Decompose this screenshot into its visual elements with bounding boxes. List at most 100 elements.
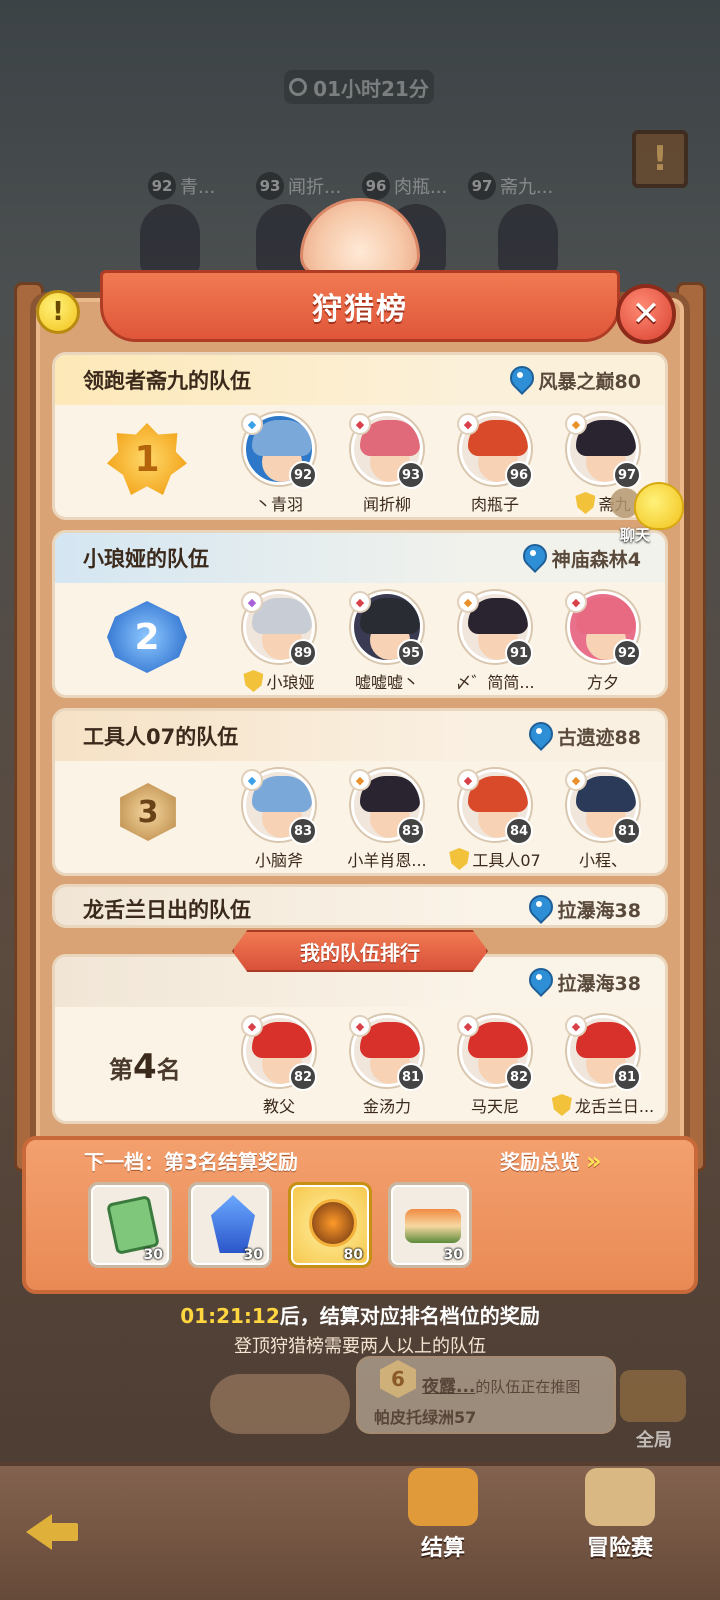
my-team-card[interactable]: 拉瀑海38 第4名 ◆ 82 教父 ◆ 81 金汤力 ◆ 82 马天尼 ◆ 81 龙舌兰日... <box>52 954 668 1124</box>
leader-shield-icon <box>575 492 596 514</box>
team-name: 领跑者斋九的队伍 <box>83 369 251 393</box>
element-icon: ◆ <box>565 591 587 613</box>
rank-badge-bronze: 3 <box>120 783 176 841</box>
member-name: 教父 <box>224 1093 334 1117</box>
team-member[interactable]: ◆ 83 小羊肖恩... <box>347 769 427 871</box>
timer-text: 01小时21分 <box>313 76 429 101</box>
reward-items: 30 30 80 30 <box>88 1182 472 1268</box>
element-icon: ◆ <box>457 1015 479 1037</box>
location-pin-icon <box>509 366 531 394</box>
chat-label[interactable]: 聊天 <box>620 524 650 545</box>
reward-item[interactable]: 80 <box>288 1182 372 1268</box>
characters-illustration <box>210 1374 350 1434</box>
title-banner: 狩猎榜 <box>100 270 620 342</box>
element-icon: ◆ <box>241 1015 263 1037</box>
team-member[interactable]: ◆ 81 龙舌兰日... <box>551 1015 654 1117</box>
member-list: ◆ 82 教父 ◆ 81 金汤力 ◆ 82 马天尼 ◆ 81 龙舌兰日... <box>241 1015 654 1117</box>
countdown-timer: 01小时21分 <box>284 70 434 104</box>
back-arrow-icon[interactable] <box>26 1506 86 1558</box>
member-name: 肉瓶子 <box>440 491 550 515</box>
team-member[interactable]: ◆ 92 方夕 <box>565 591 641 693</box>
member-name-text: 〆゛简简... <box>455 673 535 692</box>
global-label[interactable]: 全局 <box>624 1426 684 1452</box>
settlement-countdown: 01:21:12后，结算对应排名档位的奖励 <box>180 1304 540 1328</box>
team-member[interactable]: ◆ 92 丶青羽 <box>241 413 317 515</box>
chat-emoji-icon[interactable] <box>634 482 684 530</box>
leader-shield-icon <box>449 848 470 870</box>
member-name: 闻折柳 <box>332 491 442 515</box>
close-icon: ✕ <box>631 294 661 334</box>
member-level: 91 <box>505 639 533 667</box>
quest-scroll-icon[interactable]: ! <box>632 130 688 188</box>
member-level: 83 <box>289 817 317 845</box>
team-location: 风暴之巅80 <box>509 366 641 394</box>
bg-player-tag: 97 斋九... <box>468 172 553 200</box>
member-list: ◆ 89 小琅娅 ◆ 95 嘘嘘嘘丶 ◆ 91 〆゛简简... ◆ 92 方夕 <box>241 591 641 693</box>
member-name: 嘘嘘嘘丶 <box>332 669 442 693</box>
rank-badge-silver: 2 <box>107 601 187 673</box>
team-member[interactable]: ◆ 96 肉瓶子 <box>457 413 533 515</box>
member-list: ◆ 83 小脑斧 ◆ 83 小羊肖恩... ◆ 84 工具人07 ◆ 81 小程、 <box>241 769 641 871</box>
member-name-text: 丶青羽 <box>254 495 303 514</box>
member-name-text: 马天尼 <box>470 1097 519 1116</box>
team-member[interactable]: ◆ 93 闻折柳 <box>349 413 425 515</box>
member-level: 97 <box>613 461 641 489</box>
member-name: 小程、 <box>548 847 658 871</box>
orb-icon <box>309 1199 357 1247</box>
bg-character <box>498 204 558 274</box>
member-name-text: 工具人07 <box>472 851 541 870</box>
team-member[interactable]: ◆ 91 〆゛简简... <box>455 591 535 693</box>
team-name: 小琅娅的队伍 <box>83 547 209 571</box>
member-name: 〆゛简简... <box>440 669 550 693</box>
info-button[interactable]: ! <box>36 290 80 334</box>
member-level: 95 <box>397 639 425 667</box>
bg-player-tag: 96 肉瓶... <box>362 172 447 200</box>
team-location: 古遗迹88 <box>528 722 641 750</box>
team-member[interactable]: ◆ 82 教父 <box>241 1015 317 1117</box>
nav-settle-label: 结算 <box>420 1536 465 1561</box>
team-member[interactable]: ◆ 82 马天尼 <box>457 1015 533 1117</box>
element-icon: ◆ <box>457 413 479 435</box>
reward-item[interactable]: 30 <box>88 1182 172 1268</box>
team-card-rank-1[interactable]: 领跑者斋九的队伍 风暴之巅80 1 ◆92丶青羽◆93闻折柳◆96肉瓶子◆97斋… <box>52 352 668 520</box>
team-member[interactable]: ◆ 81 小程、 <box>565 769 641 871</box>
member-level: 96 <box>505 461 533 489</box>
bg-player-tag: 93 闻折... <box>256 172 341 200</box>
team-card-rank-3[interactable]: 工具人07的队伍 古遗迹88 3 ◆ 83 小脑斧 ◆ 83 小羊肖恩... ◆ 84 工具人0… <box>52 708 668 876</box>
team-member[interactable]: ◆ 95 嘘嘘嘘丶 <box>349 591 425 693</box>
element-icon: ◆ <box>241 769 263 791</box>
team-member[interactable]: ◆ 81 金汤力 <box>349 1015 425 1117</box>
team-progress-text: 夜露...的队伍正在推图 <box>422 1377 581 1397</box>
element-icon: ◆ <box>457 591 479 613</box>
team-member[interactable]: ◆ 89 小琅娅 <box>241 591 317 693</box>
member-level: 81 <box>397 1063 425 1091</box>
team-member[interactable]: ◆ 83 小脑斧 <box>241 769 317 871</box>
member-name-text: 小程、 <box>578 851 627 870</box>
crystal-icon <box>211 1195 255 1253</box>
close-button[interactable]: ✕ <box>616 284 676 344</box>
team-card-rank-2[interactable]: 小琅娅的队伍 神庙森林4 2 ◆ 89 小琅娅 ◆ 95 嘘嘘嘘丶 ◆ 91 〆゛简简... ◆ 9… <box>52 530 668 698</box>
member-list: ◆92丶青羽◆93闻折柳◆96肉瓶子◆97斋九 <box>241 413 641 515</box>
member-name-text: 肉瓶子 <box>470 495 519 514</box>
nav-settle[interactable]: 结算 <box>398 1468 488 1562</box>
reward-item[interactable]: 30 <box>188 1182 272 1268</box>
food-icon <box>405 1209 461 1243</box>
team-card-rank-4[interactable]: 龙舌兰日出的队伍 拉瀑海38 <box>52 884 668 928</box>
location-pin-icon <box>528 895 550 923</box>
reward-overview-link[interactable]: 奖励总览» <box>500 1146 601 1175</box>
clock-icon <box>289 78 308 96</box>
my-rank-label: 第4名 <box>109 1047 181 1087</box>
reward-item[interactable]: 30 <box>388 1182 472 1268</box>
member-name-text: 小脑斧 <box>254 851 303 870</box>
map-icon <box>585 1468 655 1526</box>
member-name: 方夕 <box>548 669 658 693</box>
member-name-text: 龙舌兰日... <box>574 1097 655 1116</box>
bg-player-tag: 92 青... <box>148 172 215 200</box>
reward-title: 下一档：第3名结算奖励 <box>84 1150 298 1174</box>
team-member[interactable]: ◆ 84 工具人07 <box>449 769 541 871</box>
page-title: 狩猎榜 <box>312 292 408 327</box>
element-icon: ◆ <box>565 769 587 791</box>
global-map-icon[interactable] <box>620 1370 686 1422</box>
nav-adventure[interactable]: 冒险赛 <box>560 1468 680 1562</box>
member-level: 92 <box>613 639 641 667</box>
